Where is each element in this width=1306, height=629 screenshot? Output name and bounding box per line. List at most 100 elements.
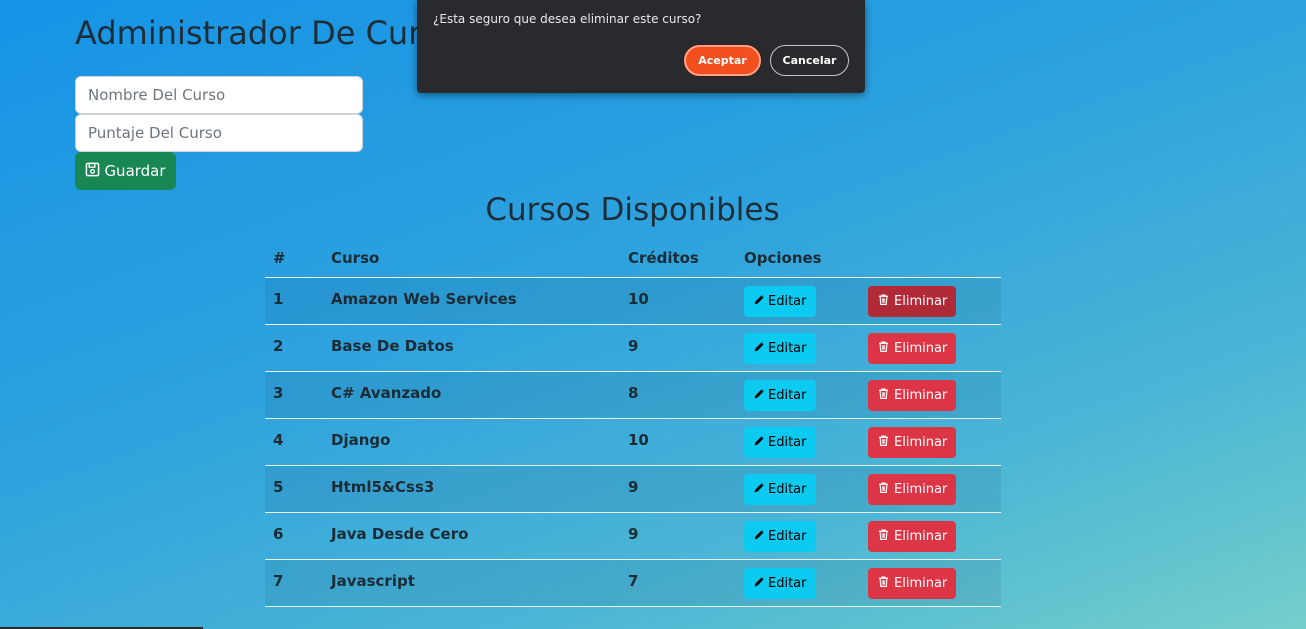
- edit-button[interactable]: Editar: [744, 427, 816, 458]
- course-credits: 9: [620, 465, 736, 513]
- trash-icon: [877, 481, 890, 498]
- edit-button[interactable]: Editar: [744, 521, 816, 552]
- course-credits: 10: [620, 418, 736, 466]
- edit-button-label: Editar: [768, 341, 807, 356]
- edit-button[interactable]: Editar: [744, 380, 816, 411]
- course-name: Html5&Css3: [323, 465, 620, 513]
- table-row: 6 Java Desde Cero 9 Editar Eliminar: [265, 512, 1001, 560]
- pencil-icon: [753, 481, 766, 498]
- table-row: 7 Javascript 7 Editar Eliminar: [265, 559, 1001, 607]
- course-credits: 9: [620, 324, 736, 372]
- delete-cell: Eliminar: [860, 559, 1001, 607]
- edit-button-label: Editar: [768, 482, 807, 497]
- trash-icon: [877, 293, 890, 310]
- edit-cell: Editar: [736, 277, 860, 325]
- confirm-dialog: ¿Esta seguro que desea eliminar este cur…: [417, 0, 865, 93]
- table-row: 1 Amazon Web Services 10 Editar Eliminar: [265, 277, 1001, 325]
- edit-cell: Editar: [736, 371, 860, 419]
- edit-cell: Editar: [736, 324, 860, 372]
- course-name-input[interactable]: [75, 76, 363, 114]
- course-name: C# Avanzado: [323, 371, 620, 419]
- edit-button[interactable]: Editar: [744, 286, 816, 317]
- delete-button-label: Eliminar: [894, 341, 948, 356]
- course-name: Django: [323, 418, 620, 466]
- delete-cell: Eliminar: [860, 512, 1001, 560]
- row-number: 3: [265, 371, 323, 419]
- edit-button-label: Editar: [768, 294, 807, 309]
- delete-button[interactable]: Eliminar: [868, 333, 957, 364]
- course-name: Base De Datos: [323, 324, 620, 372]
- delete-button-label: Eliminar: [894, 294, 948, 309]
- pencil-icon: [753, 293, 766, 310]
- course-credits: 9: [620, 512, 736, 560]
- course-credits: 10: [620, 277, 736, 325]
- table-row: 5 Html5&Css3 9 Editar Eliminar: [265, 465, 1001, 513]
- edit-button-label: Editar: [768, 388, 807, 403]
- trash-icon: [877, 434, 890, 451]
- course-name: Javascript: [323, 559, 620, 607]
- row-number: 1: [265, 277, 323, 325]
- delete-cell: Eliminar: [860, 371, 1001, 419]
- pencil-icon: [753, 528, 766, 545]
- course-credits: 8: [620, 371, 736, 419]
- table-row: 4 Django 10 Editar Eliminar: [265, 418, 1001, 466]
- edit-button[interactable]: Editar: [744, 474, 816, 505]
- column-header-course: Curso: [323, 238, 620, 278]
- column-header-credits: Créditos: [620, 238, 736, 278]
- edit-cell: Editar: [736, 418, 860, 466]
- trash-icon: [877, 340, 890, 357]
- save-button-label: Guardar: [104, 162, 166, 180]
- floppy-disk-icon: [85, 162, 100, 181]
- pencil-icon: [753, 340, 766, 357]
- course-name: Java Desde Cero: [323, 512, 620, 560]
- edit-cell: Editar: [736, 465, 860, 513]
- delete-button[interactable]: Eliminar: [868, 286, 957, 317]
- column-header-empty: [860, 238, 1001, 278]
- delete-button[interactable]: Eliminar: [868, 427, 957, 458]
- delete-button-label: Eliminar: [894, 529, 948, 544]
- dialog-message: ¿Esta seguro que desea eliminar este cur…: [433, 12, 702, 26]
- delete-button[interactable]: Eliminar: [868, 568, 957, 599]
- table-row: 3 C# Avanzado 8 Editar Eliminar: [265, 371, 1001, 419]
- accept-button[interactable]: Aceptar: [684, 45, 761, 76]
- pencil-icon: [753, 575, 766, 592]
- delete-cell: Eliminar: [860, 418, 1001, 466]
- edit-button-label: Editar: [768, 576, 807, 591]
- delete-button-label: Eliminar: [894, 576, 948, 591]
- delete-button[interactable]: Eliminar: [868, 521, 957, 552]
- row-number: 4: [265, 418, 323, 466]
- edit-cell: Editar: [736, 512, 860, 560]
- table-row: 2 Base De Datos 9 Editar Eliminar: [265, 324, 1001, 372]
- pencil-icon: [753, 434, 766, 451]
- edit-button[interactable]: Editar: [744, 568, 816, 599]
- edit-button[interactable]: Editar: [744, 333, 816, 364]
- delete-button-label: Eliminar: [894, 435, 948, 450]
- delete-cell: Eliminar: [860, 465, 1001, 513]
- delete-button-label: Eliminar: [894, 388, 948, 403]
- column-header-options: Opciones: [736, 238, 860, 278]
- row-number: 7: [265, 559, 323, 607]
- row-number: 5: [265, 465, 323, 513]
- column-header-number: #: [265, 238, 323, 278]
- edit-cell: Editar: [736, 559, 860, 607]
- pencil-icon: [753, 387, 766, 404]
- section-title: Cursos Disponibles: [485, 192, 780, 228]
- course-credits: 7: [620, 559, 736, 607]
- courses-table: # Curso Créditos Opciones 1 Amazon Web Se…: [265, 238, 1001, 607]
- trash-icon: [877, 387, 890, 404]
- course-name: Amazon Web Services: [323, 277, 620, 325]
- delete-button-label: Eliminar: [894, 482, 948, 497]
- delete-button[interactable]: Eliminar: [868, 380, 957, 411]
- row-number: 6: [265, 512, 323, 560]
- delete-button[interactable]: Eliminar: [868, 474, 957, 505]
- save-button[interactable]: Guardar: [75, 152, 176, 190]
- trash-icon: [877, 528, 890, 545]
- row-number: 2: [265, 324, 323, 372]
- edit-button-label: Editar: [768, 529, 807, 544]
- cancel-button[interactable]: Cancelar: [770, 45, 849, 76]
- delete-cell: Eliminar: [860, 277, 1001, 325]
- page-title: Administrador De Cursos: [75, 14, 475, 52]
- edit-button-label: Editar: [768, 435, 807, 450]
- trash-icon: [877, 575, 890, 592]
- course-score-input[interactable]: [75, 114, 363, 152]
